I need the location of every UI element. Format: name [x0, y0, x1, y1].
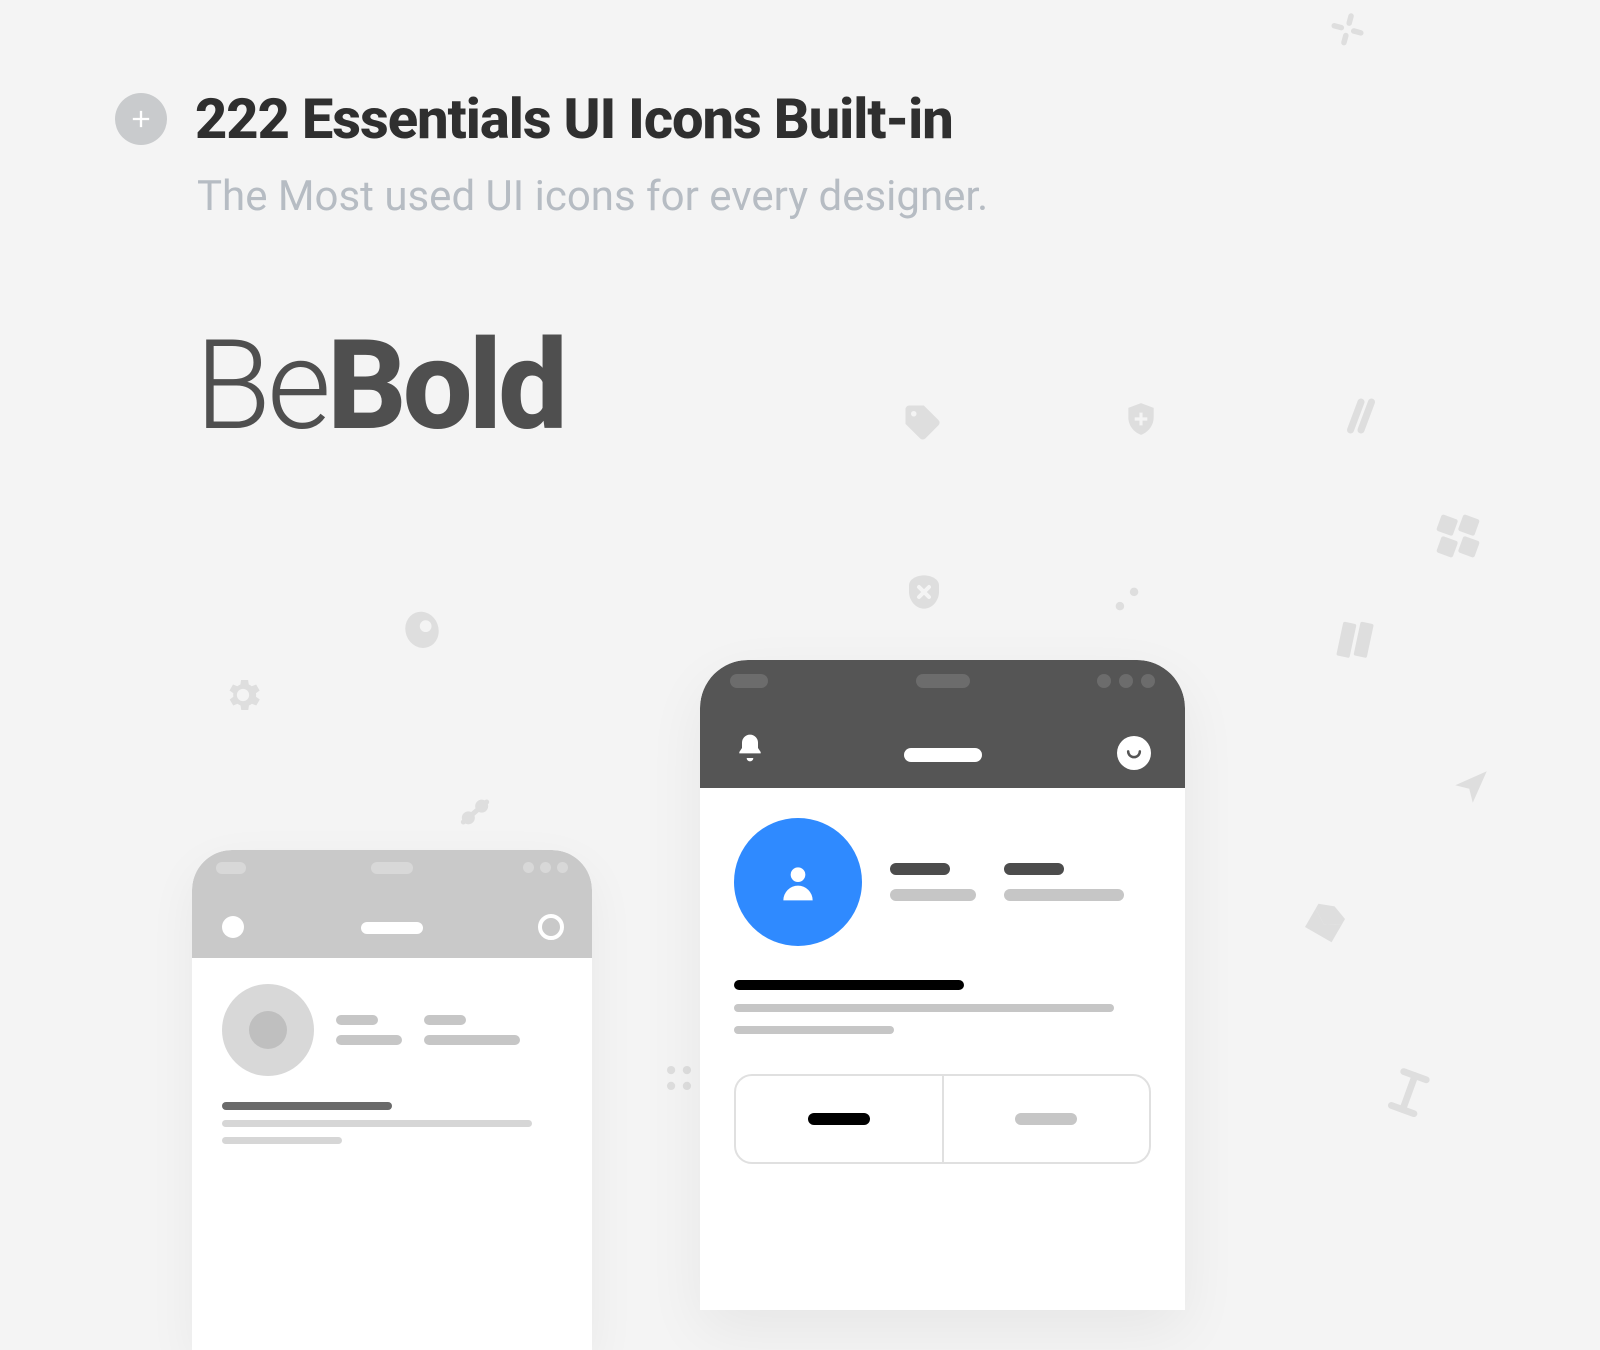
header: 222 Essentials UI Icons Built-in The Mos… — [115, 86, 988, 221]
camera-left-icon — [216, 862, 246, 874]
avatar[interactable] — [222, 984, 314, 1076]
stat-label — [890, 889, 976, 901]
profile-smile-icon[interactable] — [1117, 736, 1151, 770]
tab-active[interactable] — [736, 1076, 944, 1162]
bio-line — [222, 1120, 532, 1127]
tab-label — [808, 1113, 870, 1125]
stat-label — [336, 1035, 402, 1045]
stat-label — [424, 1035, 520, 1045]
phone-body — [700, 788, 1185, 1194]
phone-body — [192, 958, 592, 1170]
dots-diagonal-icon — [1110, 582, 1144, 616]
page-title: 222 Essentials UI Icons Built-in — [195, 86, 953, 152]
bio-lines — [222, 1102, 562, 1144]
bio-line — [222, 1137, 342, 1144]
gear-icon — [222, 674, 264, 716]
text-cursor-icon — [1380, 1072, 1428, 1120]
brand-bold: Bold — [327, 314, 564, 459]
notch-icon — [916, 674, 970, 688]
stat-value — [890, 863, 950, 875]
envelope-icon — [1302, 900, 1348, 946]
phone-statusbar — [700, 660, 1185, 788]
notch-icon — [371, 862, 413, 874]
status-dot-icon — [222, 916, 244, 938]
avatar[interactable] — [734, 818, 862, 946]
page-subtitle: The Most used UI icons for every designe… — [197, 172, 988, 221]
stat-col-1 — [890, 863, 976, 901]
widgets-icon — [1432, 510, 1484, 562]
brand-wordmark: BeBold — [195, 325, 564, 449]
title-row: 222 Essentials UI Icons Built-in — [115, 86, 988, 152]
tab-inactive[interactable] — [944, 1076, 1150, 1162]
slash-icon — [1340, 395, 1382, 437]
phone-mock-large — [700, 660, 1185, 1310]
phone-mock-small — [192, 850, 592, 1350]
stat-label — [1004, 889, 1124, 901]
bio-line — [734, 1026, 894, 1034]
camera-right-dots — [1097, 674, 1155, 688]
plus-circle-icon — [115, 93, 167, 145]
stat-value — [336, 1015, 378, 1025]
bio-title — [222, 1102, 392, 1110]
camera-right-dots — [523, 862, 568, 873]
phone-statusbar — [192, 850, 592, 958]
profile-row — [734, 818, 1151, 946]
stat-col-2 — [424, 1015, 520, 1045]
bell-icon[interactable] — [734, 732, 766, 768]
profile-row — [222, 984, 562, 1076]
drag-handle-icon — [660, 1059, 698, 1097]
handle-pill — [361, 922, 423, 934]
tag-icon — [900, 400, 944, 444]
pause-icon — [1332, 617, 1378, 663]
tab-label — [1015, 1113, 1077, 1125]
brand-thin: Be — [195, 314, 327, 459]
stat-col-1 — [336, 1015, 402, 1045]
sliders-icon — [455, 792, 495, 832]
plus-shield-icon — [1122, 400, 1160, 438]
camera-left-icon — [730, 674, 768, 688]
tab-bar — [734, 1074, 1151, 1164]
bio-lines — [734, 980, 1151, 1034]
egg-icon — [400, 606, 444, 650]
bio-title — [734, 980, 964, 990]
stat-value — [1004, 863, 1064, 875]
close-shield-icon — [904, 572, 944, 612]
bio-line — [734, 1004, 1114, 1012]
status-ring-icon — [538, 914, 564, 940]
handle-pill — [904, 748, 982, 762]
stat-value — [424, 1015, 466, 1025]
sparkle-icon — [1322, 10, 1366, 54]
avatar-inner — [249, 1011, 287, 1049]
send-icon — [1450, 766, 1492, 808]
stat-col-2 — [1004, 863, 1124, 901]
promo-page: 222 Essentials UI Icons Built-in The Mos… — [0, 0, 1600, 1208]
